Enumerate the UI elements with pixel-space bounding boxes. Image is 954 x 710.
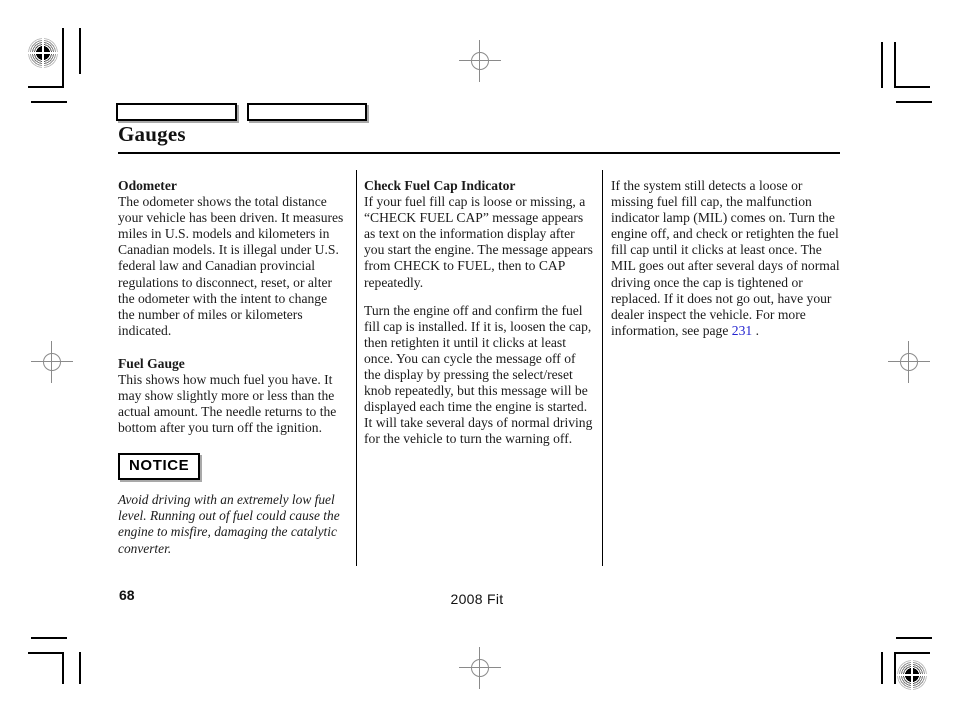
section-fuel-gauge: Fuel Gauge This shows how much fuel you …: [118, 356, 346, 436]
paragraph-check-fuel-cap-1: If your fuel fill cap is loose or missin…: [364, 194, 593, 290]
crop-mark-top-left-horizontal-inner: [28, 86, 64, 88]
paragraph-check-fuel-cap-2: Turn the engine off and confirm the fuel…: [364, 302, 593, 447]
section-odometer: Odometer The odometer shows the total di…: [118, 178, 346, 339]
title-underline-rule: [118, 152, 840, 154]
content-column-right: If the system still detects a loose or m…: [611, 178, 840, 339]
crosshair-mark-top-center: [459, 40, 501, 82]
page-reference-link[interactable]: 231: [732, 323, 752, 338]
crop-mark-bottom-right-horizontal-outer: [896, 637, 932, 639]
crop-mark-bottom-right-vertical-outer: [881, 652, 883, 684]
section-heading-check-fuel-cap-indicator: Check Fuel Cap Indicator: [364, 178, 516, 193]
crop-mark-top-right-vertical-outer: [881, 42, 883, 88]
column-divider-1: [356, 170, 357, 566]
crop-mark-top-left-horizontal-outer: [31, 101, 67, 103]
crop-mark-bottom-left-vertical-outer: [79, 652, 81, 684]
crop-mark-top-left-vertical-inner: [62, 28, 64, 88]
manual-page: Gauges Odometer The odometer shows the t…: [0, 0, 954, 710]
section-tab-2[interactable]: [247, 103, 367, 121]
notice-text: Avoid driving with an extremely low fuel…: [118, 491, 340, 556]
paragraph-mil-info: If the system still detects a loose or m…: [611, 178, 840, 339]
content-column-left: Odometer The odometer shows the total di…: [118, 178, 346, 571]
content-column-middle: Check Fuel Cap Indicator If your fuel fi…: [364, 178, 594, 448]
notice-block: NOTICE Avoid driving with an extremely l…: [118, 453, 346, 557]
column-divider-2: [602, 170, 603, 566]
registration-target-bottom-right: [897, 660, 927, 690]
notice-badge: NOTICE: [118, 453, 201, 480]
crop-mark-bottom-right-horizontal-inner: [894, 652, 930, 654]
crop-mark-top-right-vertical-inner: [894, 42, 896, 88]
crop-mark-bottom-left-horizontal-inner: [28, 652, 64, 654]
section-heading-odometer: Odometer: [118, 178, 177, 193]
paragraph-fuel-gauge: This shows how much fuel you have. It ma…: [118, 372, 337, 436]
crosshair-mark-left-middle: [31, 341, 73, 383]
paragraph-odometer: The odometer shows the total distance yo…: [118, 194, 344, 338]
crosshair-mark-bottom-center: [459, 647, 501, 689]
notice-label: NOTICE: [129, 457, 190, 475]
paragraph-mil-info-text-before-link: If the system still detects a loose or m…: [611, 178, 840, 338]
crop-mark-bottom-left-horizontal-outer: [31, 637, 67, 639]
crop-mark-top-right-horizontal-inner: [894, 86, 930, 88]
crop-mark-bottom-left-vertical-inner: [62, 652, 64, 684]
paragraph-mil-info-text-after-link: .: [752, 322, 759, 338]
registration-target-top-left: [28, 38, 58, 68]
crosshair-mark-right-middle: [888, 341, 930, 383]
crop-mark-top-right-horizontal-outer: [896, 101, 932, 103]
section-heading-fuel-gauge: Fuel Gauge: [118, 355, 185, 371]
page-title: Gauges: [118, 122, 186, 146]
crop-mark-top-left-vertical-outer: [79, 28, 81, 74]
section-tab-1[interactable]: [116, 103, 237, 121]
footer-model-year: 2008 Fit: [450, 591, 504, 607]
crop-mark-bottom-right-vertical-inner: [894, 652, 896, 684]
